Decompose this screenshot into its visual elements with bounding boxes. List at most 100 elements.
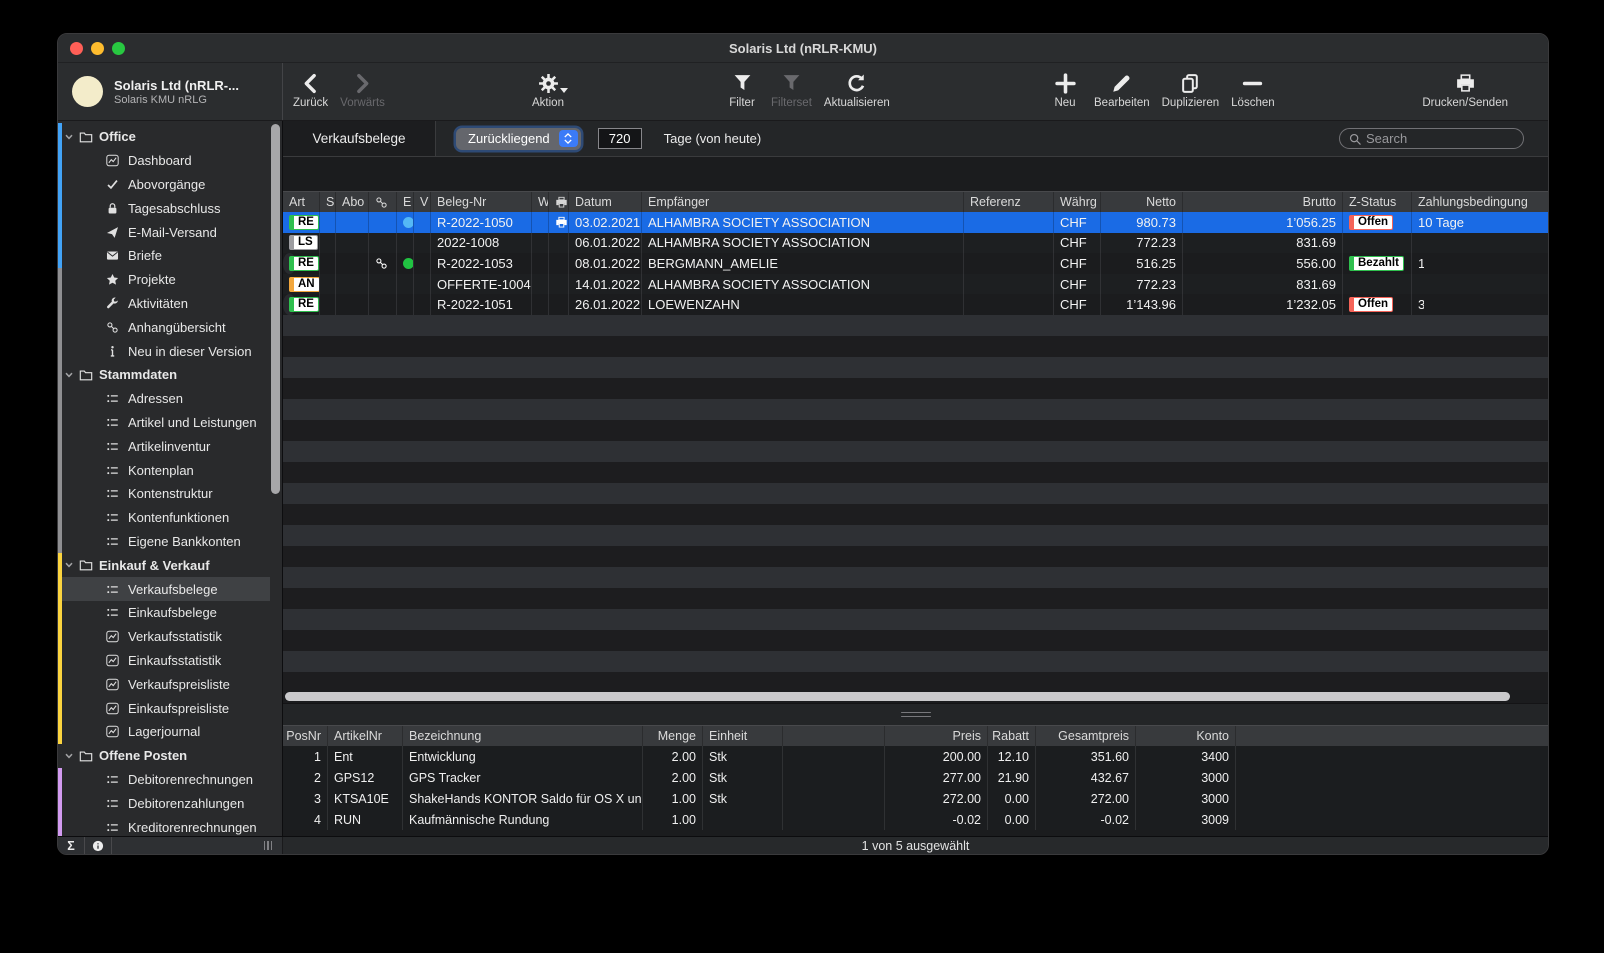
column-header-beleg[interactable]: Beleg-Nr — [431, 192, 532, 212]
action-button[interactable]: Aktion — [531, 69, 565, 109]
days-input[interactable] — [598, 128, 642, 149]
sidebar-item-e-mail-versand[interactable]: E-Mail-Versand — [62, 220, 270, 244]
account-header[interactable]: Solaris Ltd (nRLR-... Solaris KMU nRLG — [58, 63, 283, 120]
forward-button[interactable]: Vorwärts — [340, 69, 385, 109]
column-header-sp1[interactable] — [783, 726, 885, 746]
filterset-button[interactable]: Filterset — [771, 69, 812, 109]
column-header-print[interactable] — [549, 192, 569, 212]
sidebar-item-verkaufspreisliste[interactable]: Verkaufspreisliste — [62, 672, 270, 696]
sidebar-item-abovorgänge[interactable]: Abovorgänge — [62, 173, 270, 197]
column-header-brutto[interactable]: Brutto — [1183, 192, 1343, 212]
sidebar-item-adressen[interactable]: Adressen — [62, 387, 270, 411]
sidebar-item-einkaufspreisliste[interactable]: Einkaufspreisliste — [62, 696, 270, 720]
column-header-link[interactable] — [369, 192, 397, 212]
position-row[interactable]: 4RUNKaufmännische Rundung1.00-0.020.00-0… — [283, 809, 1548, 830]
sidebar-item-briefe[interactable]: Briefe — [62, 244, 270, 268]
chevron-down-icon[interactable] — [64, 132, 74, 142]
minimize-button[interactable] — [91, 42, 104, 55]
sidebar-item-lagerjournal[interactable]: Lagerjournal — [62, 720, 270, 744]
cell-w — [532, 294, 549, 315]
duplicate-button[interactable]: Duplizieren — [1162, 69, 1220, 109]
sidebar-item-artikelinventur[interactable]: Artikelinventur — [62, 434, 270, 458]
print-send-button[interactable]: Drucken/Senden — [1422, 69, 1508, 109]
column-header-s[interactable]: S — [320, 192, 336, 212]
back-button[interactable]: Zurück — [293, 69, 328, 109]
sidebar-section-einkauf-verkauf[interactable]: Einkauf & Verkauf — [62, 553, 270, 577]
column-header-referenz[interactable]: Referenz — [964, 192, 1054, 212]
sidebar-label: Eigene Bankkonten — [128, 534, 241, 549]
close-button[interactable] — [70, 42, 83, 55]
search-field[interactable] — [1339, 128, 1524, 149]
column-header-empf[interactable]: Empfänger — [642, 192, 964, 212]
documents-table: ArtSAbo EVBeleg-NrW DatumEmpfängerReferenz… — [283, 191, 1548, 703]
sidebar-item-kontenstruktur[interactable]: Kontenstruktur — [62, 482, 270, 506]
sidebar-item-debitorenrechnungen[interactable]: Debitorenrechnungen — [62, 768, 270, 792]
position-row[interactable]: 3KTSA10EShakeHands KONTOR Saldo für OS X… — [283, 788, 1548, 809]
horizontal-scrollbar-thumb[interactable] — [285, 692, 1510, 701]
table-row[interactable]: RER-2022-105003.02.2021ALHAMBRA SOCIETY … — [283, 212, 1548, 233]
chevron-down-icon[interactable] — [64, 560, 74, 570]
sidebar-item-einkaufsbelege[interactable]: Einkaufsbelege — [62, 601, 270, 625]
new-button[interactable]: Neu — [1048, 69, 1082, 109]
sum-button[interactable]: Σ — [58, 837, 85, 854]
column-header-netto[interactable]: Netto — [1101, 192, 1183, 212]
info-button[interactable] — [85, 837, 112, 854]
sidebar-section-stammdaten[interactable]: Stammdaten — [62, 363, 270, 387]
column-header-konto[interactable]: Konto — [1136, 726, 1236, 746]
edit-button[interactable]: Bearbeiten — [1094, 69, 1150, 109]
column-header-gesamt[interactable]: Gesamtpreis — [1036, 726, 1136, 746]
refresh-button[interactable]: Aktualisieren — [824, 69, 890, 109]
column-header-zahlung[interactable]: Zahlungsbedingung — [1412, 192, 1548, 212]
table-row[interactable]: ANOFFERTE-100414.01.2022ALHAMBRA SOCIETY… — [283, 274, 1548, 295]
filter-button[interactable]: Filter — [725, 69, 759, 109]
sidebar-item-debitorenzahlungen[interactable]: Debitorenzahlungen — [62, 791, 270, 815]
sidebar-item-eigene-bankkonten[interactable]: Eigene Bankkonten — [62, 530, 270, 554]
chevron-down-icon[interactable] — [64, 370, 74, 380]
sidebar-item-kreditorenrechnungen[interactable]: Kreditorenrechnungen — [62, 815, 270, 836]
cell-sp1 — [783, 767, 885, 788]
sidebar-item-dashboard[interactable]: Dashboard — [62, 149, 270, 173]
sidebar-item-artikel-und-leistungen[interactable]: Artikel und Leistungen — [62, 411, 270, 435]
zoom-button[interactable] — [112, 42, 125, 55]
sidebar-item-aktivitäten[interactable]: Aktivitäten — [62, 292, 270, 316]
sidebar-item-neu-in-dieser-version[interactable]: Neu in dieser Version — [62, 339, 270, 363]
column-header-e[interactable]: E — [397, 192, 414, 212]
sidebar-item-einkaufsstatistik[interactable]: Einkaufsstatistik — [62, 649, 270, 673]
column-header-bez[interactable]: Bezeichnung — [403, 726, 643, 746]
column-header-rabatt[interactable]: Rabatt — [988, 726, 1036, 746]
sidebar-item-kontenfunktionen[interactable]: Kontenfunktionen — [62, 506, 270, 530]
sidebar-section-office[interactable]: Office — [62, 125, 270, 149]
column-header-w[interactable]: W — [532, 192, 549, 212]
column-header-artikel[interactable]: ArtikelNr — [328, 726, 403, 746]
table-row[interactable]: RER-2022-105308.01.2022BERGMANN_AMELIECH… — [283, 253, 296, 274]
sidebar-item-verkaufsstatistik[interactable]: Verkaufsstatistik — [62, 625, 270, 649]
column-header-datum[interactable]: Datum — [569, 192, 642, 212]
range-dropdown[interactable]: Zurückliegend — [456, 128, 581, 150]
column-header-zstatus[interactable]: Z-Status — [1343, 192, 1412, 212]
sidebar-item-verkaufsbelege[interactable]: Verkaufsbelege — [62, 577, 270, 601]
splitter-handle[interactable] — [901, 712, 931, 718]
sidebar-item-tagesabschluss[interactable]: Tagesabschluss — [62, 196, 270, 220]
sidebar-item-projekte[interactable]: Projekte — [62, 268, 270, 292]
column-header-v[interactable]: V — [414, 192, 431, 212]
column-header-abo[interactable]: Abo — [336, 192, 369, 212]
column-header-preis[interactable]: Preis — [885, 726, 988, 746]
search-input[interactable] — [1366, 131, 1514, 146]
chevron-down-icon[interactable] — [64, 751, 74, 761]
column-header-einheit[interactable]: Einheit — [703, 726, 783, 746]
column-header-art[interactable]: Art — [283, 192, 320, 212]
sidebar-item-anhangübersicht[interactable]: Anhangübersicht — [62, 315, 270, 339]
sidebar-section-offene-posten[interactable]: Offene Posten — [62, 744, 270, 768]
resize-grip-icon[interactable] — [264, 841, 273, 850]
table-row[interactable]: LS2022-100806.01.2022ALHAMBRA SOCIETY AS… — [283, 233, 1548, 254]
table-row[interactable]: RER-2022-105126.01.2022LOEWENZAHNCHF1’14… — [283, 294, 296, 315]
column-header-menge[interactable]: Menge — [643, 726, 703, 746]
delete-button[interactable]: Löschen — [1231, 69, 1274, 109]
position-row[interactable]: 2GPS12GPS Tracker2.00Stk277.0021.90432.6… — [283, 767, 1548, 788]
column-header-waehrg[interactable]: Währg — [1054, 192, 1101, 212]
column-header-sp2[interactable] — [1236, 726, 1548, 746]
position-row[interactable]: 1EntEntwicklung2.00Stk200.0012.10351.603… — [283, 746, 1548, 767]
column-header-pos[interactable]: PosNr — [283, 726, 328, 746]
sidebar-item-kontenplan[interactable]: Kontenplan — [62, 458, 270, 482]
sidebar-scrollbar[interactable] — [271, 124, 280, 494]
